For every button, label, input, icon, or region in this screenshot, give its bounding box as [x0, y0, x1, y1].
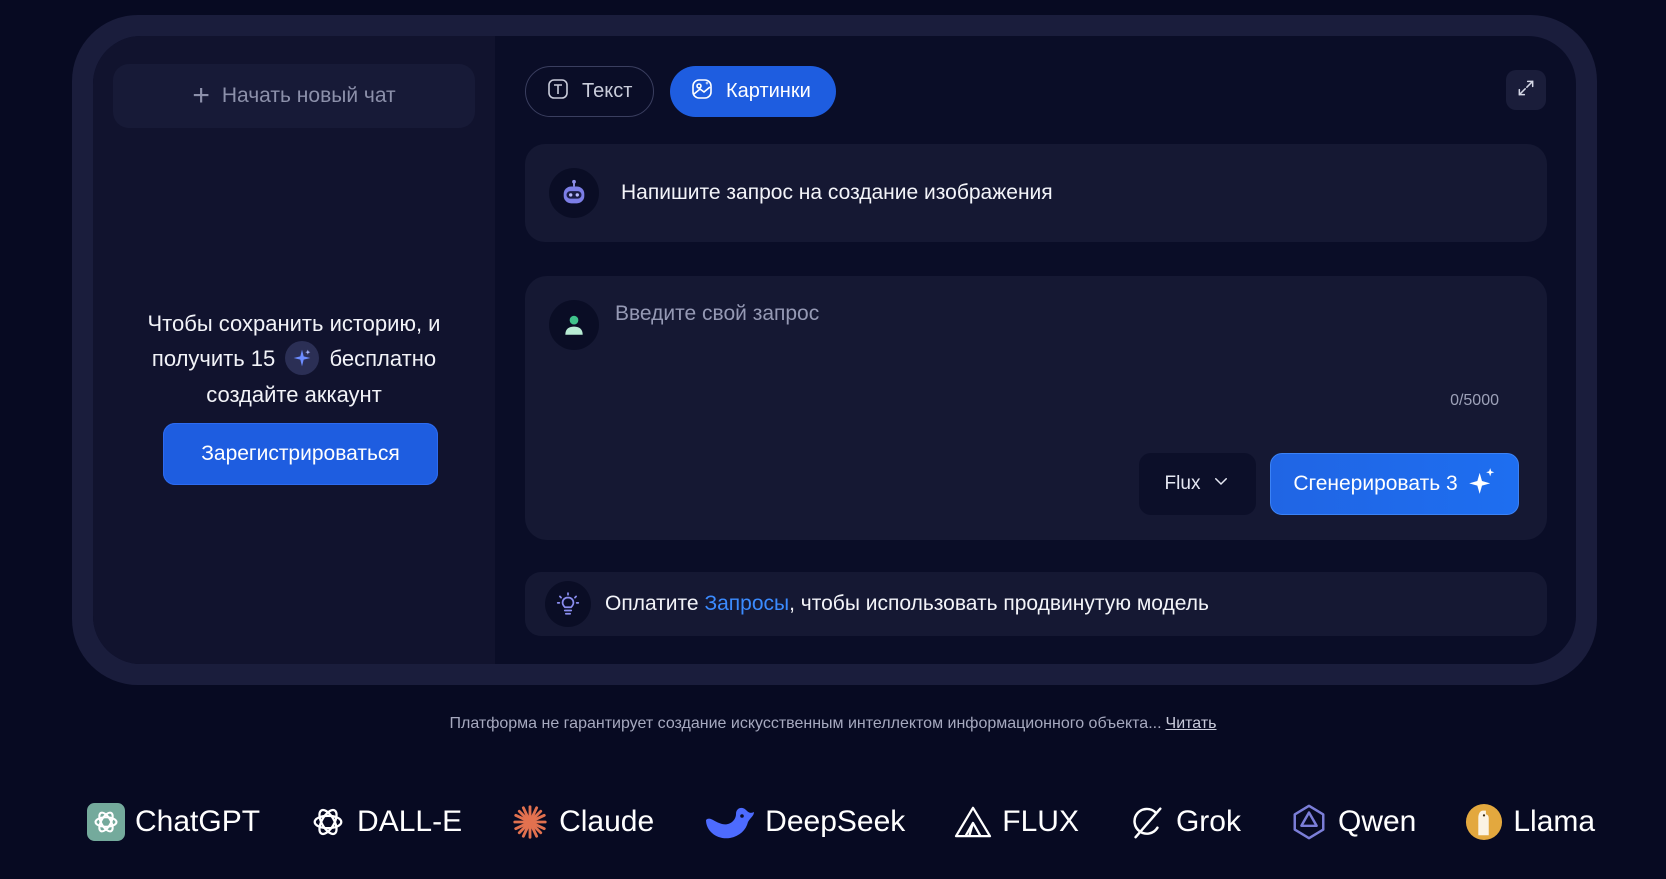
sidebar: + Начать новый чат Чтобы сохранить истор…: [93, 36, 495, 664]
promo-line-3: создайте аккаунт: [206, 382, 382, 408]
app-window: + Начать новый чат Чтобы сохранить истор…: [93, 36, 1576, 664]
sparkle-icon: [1468, 467, 1496, 501]
new-chat-label: Начать новый чат: [221, 84, 396, 107]
generate-button-label: Сгенерировать 3: [1293, 472, 1458, 495]
promo-line-2-start: получить 15: [151, 346, 276, 371]
expand-button[interactable]: [1506, 70, 1546, 110]
promo-line-1: Чтобы сохранить историю, и: [147, 311, 441, 336]
notice-prefix: Оплатите: [605, 592, 699, 615]
model-item-grok[interactable]: Grok: [1127, 802, 1241, 842]
tab-images[interactable]: Картинки: [670, 66, 836, 117]
model-item-deepseek[interactable]: DeepSeek: [702, 802, 905, 842]
model-item-flux[interactable]: FLUX: [953, 802, 1079, 842]
model-name-chatgpt: ChatGPT: [135, 805, 261, 838]
disclaimer-text: Платформа не гарантирует создание искусс…: [449, 715, 1162, 732]
deepseek-icon: [702, 802, 756, 842]
robot-avatar-icon: [549, 168, 599, 218]
grok-icon: [1127, 802, 1167, 842]
user-avatar-icon: [549, 300, 599, 350]
bot-message-text: Напишите запрос на создание изображения: [621, 181, 1053, 204]
read-more-link[interactable]: Читать: [1166, 715, 1217, 732]
prompt-composer: 0/5000 Flux Сгенерировать 3: [525, 276, 1547, 540]
model-item-llama[interactable]: Llama: [1464, 802, 1595, 842]
model-select[interactable]: Flux: [1139, 453, 1256, 515]
app-frame: + Начать новый чат Чтобы сохранить истор…: [72, 15, 1597, 685]
qwen-icon: [1289, 802, 1329, 842]
new-chat-button[interactable]: + Начать новый чат: [113, 64, 475, 128]
promo-line-2-end: бесплатно: [329, 346, 437, 371]
plus-icon: +: [192, 79, 210, 112]
model-name-deepseek: DeepSeek: [765, 805, 906, 838]
model-item-chatgpt[interactable]: ChatGPT: [86, 802, 260, 842]
model-select-value: Flux: [1164, 473, 1201, 494]
register-button[interactable]: Зарегистрироваться: [163, 423, 438, 485]
expand-icon: [1516, 78, 1536, 103]
main-panel: Текст Картинки Напишите запрос на создан…: [495, 36, 1576, 664]
chevron-down-icon: [1212, 472, 1230, 496]
model-item-dalle[interactable]: DALL-E: [308, 802, 462, 842]
tab-text[interactable]: Текст: [525, 66, 654, 117]
lightbulb-icon: [545, 581, 591, 627]
tab-text-label: Текст: [582, 80, 633, 102]
notice-suffix: , чтобы использовать продвинутую модель: [789, 592, 1209, 615]
generate-button[interactable]: Сгенерировать 3: [1270, 453, 1519, 515]
model-name-llama: Llama: [1513, 805, 1596, 838]
disclaimer: Платформа не гарантирует создание искусс…: [0, 715, 1666, 733]
tab-images-label: Картинки: [726, 80, 811, 102]
text-format-icon: [546, 77, 570, 107]
char-counter: 0/5000: [1450, 392, 1499, 409]
model-name-claude: Claude: [559, 805, 655, 838]
sparkle-coin-icon: [285, 341, 320, 376]
requests-link[interactable]: Запросы: [704, 592, 789, 615]
flux-icon: [953, 802, 993, 842]
model-name-flux: FLUX: [1002, 805, 1079, 838]
chatgpt-icon: [86, 802, 126, 842]
dalle-icon: [308, 802, 348, 842]
model-item-claude[interactable]: Claude: [510, 802, 654, 842]
bot-message: Напишите запрос на создание изображения: [525, 144, 1547, 242]
notice-text: Оплатите Запросы, чтобы использовать про…: [605, 592, 1209, 616]
upgrade-notice: Оплатите Запросы, чтобы использовать про…: [525, 572, 1547, 636]
models-strip: ChatGPT DALL-E Claude DeepSeek FLUX Grok…: [86, 800, 1595, 844]
claude-icon: [510, 802, 550, 842]
prompt-input[interactable]: [615, 302, 1495, 382]
signup-promo: Чтобы сохранить историю, и получить 15 б…: [93, 306, 495, 412]
model-name-grok: Grok: [1175, 805, 1241, 838]
model-item-qwen[interactable]: Qwen: [1289, 802, 1416, 842]
model-name-dalle: DALL-E: [357, 805, 463, 838]
image-icon: [690, 77, 714, 107]
llama-icon: [1464, 802, 1504, 842]
promo-line-2: получить 15 бесплатно: [93, 341, 495, 377]
model-name-qwen: Qwen: [1337, 805, 1417, 838]
